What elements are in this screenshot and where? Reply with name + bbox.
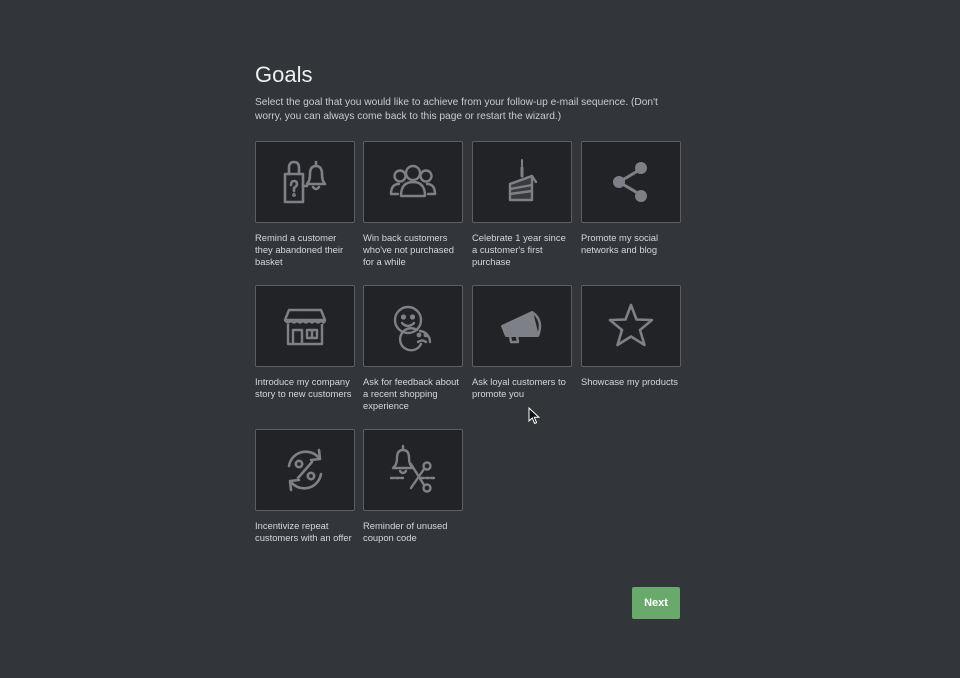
megaphone-icon [501, 311, 542, 344]
goals-content: Goals Select the goal that you would lik… [255, 60, 685, 543]
mouse-cursor-icon [528, 407, 540, 425]
goal-tile[interactable] [363, 429, 463, 511]
goal-card-showcase[interactable]: Showcase my products [581, 285, 681, 388]
page-description: Select the goal that you would like to a… [255, 97, 658, 122]
goal-tile[interactable] [255, 141, 355, 223]
goals-page: Goals Select the goal that you would lik… [0, 0, 960, 678]
goal-card-celebrate[interactable]: Celebrate 1 year since a customer's firs… [472, 141, 572, 268]
goal-tile[interactable] [472, 141, 572, 223]
goal-label: Introduce my company story to new custom… [255, 376, 352, 399]
goal-label: Promote my social networks and blog [581, 232, 659, 255]
goal-label: Showcase my products [581, 376, 678, 387]
goal-label: Win back customers who've not purchased … [363, 232, 454, 267]
feedback-faces-icon [393, 305, 432, 352]
share-icon [613, 162, 647, 202]
percent-refresh-icon [287, 448, 323, 492]
page-title: Goals [255, 62, 313, 87]
goal-card-coupon-reminder[interactable]: Reminder of unused coupon code [363, 429, 463, 544]
goal-label: Remind a customer they abandoned their b… [255, 232, 344, 267]
abandoned-basket-bell-icon [283, 160, 327, 204]
customers-group-icon [389, 164, 437, 198]
goal-card-company-story[interactable]: Introduce my company story to new custom… [255, 285, 355, 400]
goal-tile[interactable] [581, 141, 681, 223]
goal-card-incentivize[interactable]: Incentivize repeat customers with an off… [255, 429, 355, 544]
goal-card-abandoned-basket[interactable]: Remind a customer they abandoned their b… [255, 141, 355, 268]
goal-card-feedback[interactable]: Ask for feedback about a recent shopping… [363, 285, 463, 412]
goal-label: Ask loyal customers to promote you [472, 376, 566, 399]
star-icon [608, 303, 654, 347]
birthday-cake-icon [508, 159, 538, 202]
goal-label: Reminder of unused coupon code [363, 520, 448, 543]
storefront-icon [283, 308, 327, 346]
goal-card-win-back[interactable]: Win back customers who've not purchased … [363, 141, 463, 268]
goal-label: Incentivize repeat customers with an off… [255, 520, 352, 543]
goal-tile[interactable] [581, 285, 681, 367]
goal-tile[interactable] [472, 285, 572, 367]
goal-tile[interactable] [255, 285, 355, 367]
goal-tile[interactable] [363, 285, 463, 367]
goal-label: Celebrate 1 year since a customer's firs… [472, 232, 566, 267]
goal-card-loyal-promote[interactable]: Ask loyal customers to promote you [472, 285, 572, 400]
next-button[interactable]: Next [632, 587, 680, 619]
bell-scissors-icon [389, 444, 437, 493]
goal-label: Ask for feedback about a recent shopping… [363, 376, 459, 411]
goal-tile[interactable] [255, 429, 355, 511]
goal-tile[interactable] [363, 141, 463, 223]
goal-card-promote-social[interactable]: Promote my social networks and blog [581, 141, 681, 256]
